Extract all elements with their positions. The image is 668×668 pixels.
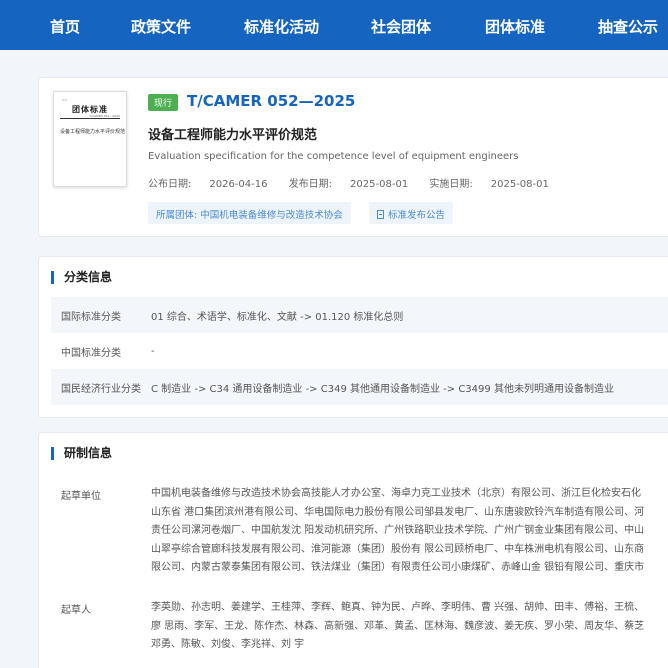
row-value: -: [151, 345, 155, 357]
section-heading: 分类信息: [51, 271, 112, 284]
nav-item-social-groups[interactable]: 社会团体: [371, 16, 431, 37]
organization-tag[interactable]: 所属团体: 中国机电装备维修与改造技术协会: [148, 202, 351, 224]
implement-date-label: 实施日期:: [429, 179, 473, 190]
development-section: 研制信息 起草单位 中国机电装备维修与改造技术协会高技能人才办公室、海卓力克工业…: [38, 432, 668, 668]
text-line: 责任公司漯河卷烟厂、中国航发沈 阳发动机研究所、广州铁路职业技术学院、广州广钢金…: [151, 525, 645, 536]
publish-date-label: 公布日期:: [148, 179, 192, 190]
text-line: 限公司、内蒙古蒙泰集团有限公司、铁法煤业（集团）有限责任公司小康煤矿、赤峰山金 …: [151, 562, 645, 573]
drafters-value: 李英勋、孙志明、姜建学、王桂萍、李辉、鲍真、钟为民、卢晔、李明伟、曹 兴强、胡帅…: [151, 599, 668, 655]
classification-section: 分类信息 国际标准分类 01 综合、术语学、标准化、文献 -> 01.120 标…: [38, 256, 668, 418]
publish-date: 2026-04-16: [209, 179, 268, 190]
text-line: 山翠亭综合管廊科技发展有限公司、淮河能源（集团）股份有 限公司顾桥电厂、中车株洲…: [151, 543, 645, 555]
standard-card: ICS 团体标准 T/CAMER 052—2025 设备工程师能力水平评价规范 …: [38, 77, 668, 237]
classification-row: 国民经济行业分类 C 制造业 -> C34 通用设备制造业 -> C349 其他…: [51, 369, 668, 405]
nav-item-standardization[interactable]: 标准化活动: [244, 16, 319, 37]
nav-item-home[interactable]: 首页: [50, 16, 80, 37]
release-notice-link[interactable]: 标准发布公告: [369, 202, 454, 224]
row-label: 起草单位: [61, 491, 101, 502]
row-label: 国民经济行业分类: [61, 383, 141, 395]
release-date-label: 发布日期:: [288, 179, 333, 190]
standard-code: T/CAMER 052—2025: [187, 92, 356, 110]
text-line: 廖 思雨、李军、王龙、陈作杰、林森、高新强、邓革、黄孟、匡林海、魏彦波、姜无疾、…: [151, 620, 645, 632]
row-label: 中国标准分类: [61, 347, 121, 359]
cover-divider: [60, 118, 120, 119]
standard-english-title: Evaluation specification for the compete…: [148, 151, 519, 162]
drafting-units-value: 中国机电装备维修与改造技术协会高技能人才办公室、海卓力克工业技术（北京）有限公司…: [151, 485, 668, 578]
date-info: 公布日期: 2026-04-16 发布日期: 2025-08-01 实施日期: 202…: [148, 175, 549, 190]
release-date: 2025-08-01: [350, 179, 409, 190]
classification-row: 中国标准分类 -: [51, 333, 668, 369]
nav-item-group-standards[interactable]: 团体标准: [485, 16, 545, 37]
standard-cover-thumbnail[interactable]: ICS 团体标准 T/CAMER 052—2025 设备工程师能力水平评价规范: [53, 91, 127, 187]
row-label: 国际标准分类: [61, 311, 121, 323]
drafters-row: 起草人 李英勋、孙志明、姜建学、王桂萍、李辉、鲍真、钟为民、卢晔、李明伟、曹 兴…: [51, 599, 668, 655]
drafting-units-row: 起草单位 中国机电装备维修与改造技术协会高技能人才办公室、海卓力克工业技术（北京…: [51, 485, 668, 578]
cover-header-text: ICS: [62, 98, 67, 102]
top-navigation: 首页 政策文件 标准化活动 社会团体 团体标准 抽查公示: [0, 0, 668, 50]
row-value: 01 综合、术语学、标准化、文献 -> 01.120 标准化总则: [151, 311, 404, 323]
release-notice-label: 标准发布公告: [388, 210, 446, 221]
section-heading: 研制信息: [51, 447, 112, 460]
standard-title: 设备工程师能力水平评价规范: [148, 128, 318, 143]
text-line: 李英勋、孙志明、姜建学、王桂萍、李辉、鲍真、钟为民、卢晔、李明伟、曹 兴强、胡帅…: [151, 602, 645, 613]
nav-item-inspection[interactable]: 抽查公示: [598, 16, 658, 37]
cover-standard-name: 设备工程师能力水平评价规范: [60, 129, 126, 135]
text-line: 中国机电装备维修与改造技术协会高技能人才办公室、海卓力克工业技术（北京）有限公司…: [151, 488, 641, 499]
row-label: 起草人: [61, 605, 91, 616]
status-badge: 现行: [148, 94, 179, 111]
classification-row: 国际标准分类 01 综合、术语学、标准化、文献 -> 01.120 标准化总则: [51, 297, 668, 333]
implement-date: 2025-08-01: [490, 179, 549, 190]
document-icon: [377, 210, 384, 219]
text-line: 邓勇、陈敏、刘俊、李兆祥、刘 宇: [151, 639, 305, 650]
nav-item-policy[interactable]: 政策文件: [131, 16, 191, 37]
text-line: 山东省 港口集团滨州港有限公司、华电国际电力股份有限公司邹县发电厂、山东唐骏欧铃…: [151, 506, 645, 518]
row-value: C 制造业 -> C34 通用设备制造业 -> C349 其他通用设备制造业 -…: [151, 383, 614, 395]
